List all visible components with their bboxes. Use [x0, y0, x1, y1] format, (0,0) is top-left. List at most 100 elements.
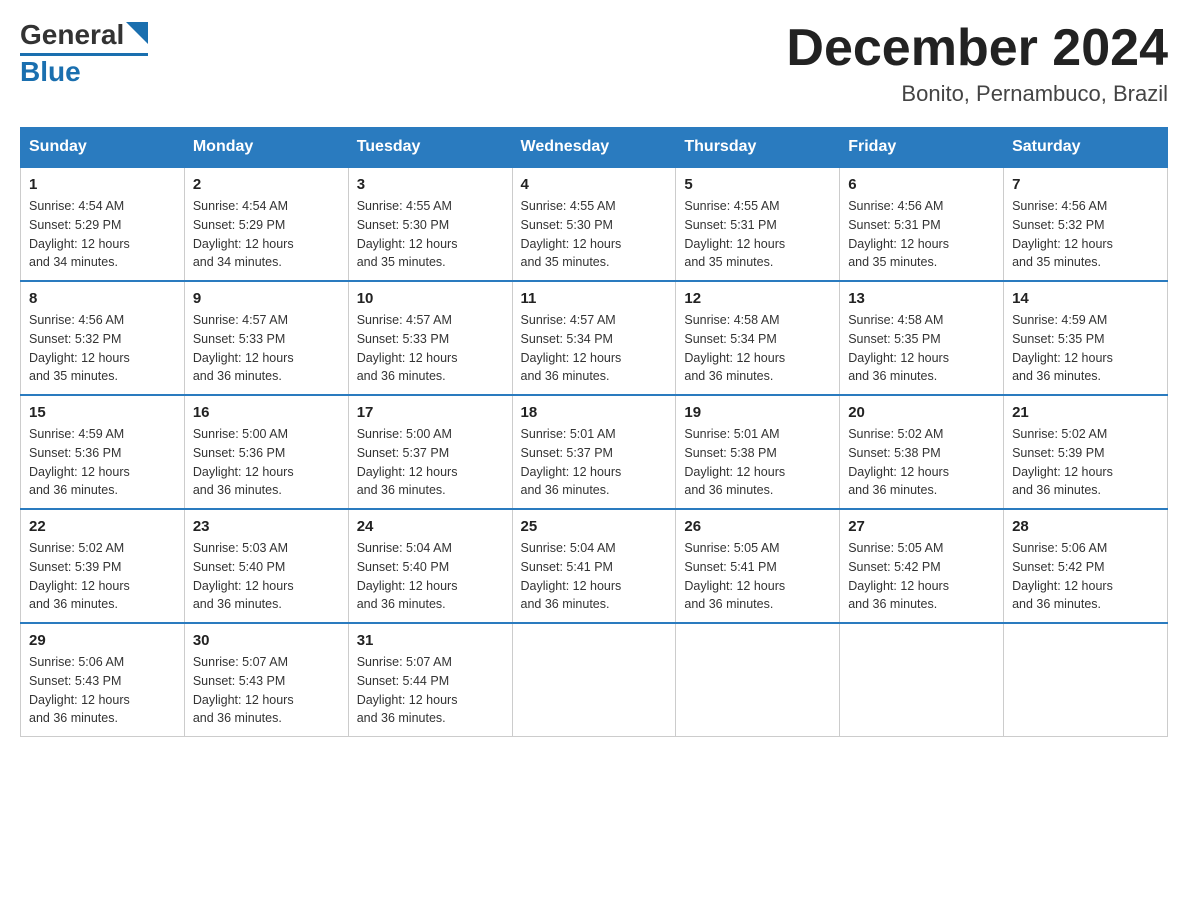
day-number: 5	[684, 176, 831, 193]
calendar-day-cell: 29 Sunrise: 5:06 AMSunset: 5:43 PMDayligh…	[21, 623, 185, 737]
logo: General Blue	[20, 20, 148, 86]
day-info: Sunrise: 4:56 AMSunset: 5:32 PMDaylight:…	[1012, 197, 1159, 272]
day-info: Sunrise: 4:57 AMSunset: 5:33 PMDaylight:…	[357, 311, 504, 386]
day-number: 12	[684, 290, 831, 307]
day-info: Sunrise: 5:04 AMSunset: 5:41 PMDaylight:…	[521, 539, 668, 614]
day-info: Sunrise: 4:59 AMSunset: 5:35 PMDaylight:…	[1012, 311, 1159, 386]
calendar-day-cell: 13Sunrise: 4:58 AMSunset: 5:35 PMDayligh…	[840, 281, 1004, 395]
header-wednesday: Wednesday	[512, 128, 676, 168]
calendar-table: Sunday Monday Tuesday Wednesday Thursday…	[20, 127, 1168, 737]
calendar-day-cell	[840, 623, 1004, 737]
day-info: Sunrise: 4:55 AMSunset: 5:30 PMDaylight:…	[357, 197, 504, 272]
calendar-day-cell	[512, 623, 676, 737]
location-subtitle: Bonito, Pernambuco, Brazil	[786, 81, 1168, 107]
calendar-day-cell	[676, 623, 840, 737]
day-number: 23	[193, 518, 340, 535]
day-info: Sunrise: 5:06 AMSunset: 5:43 PMDaylight:…	[29, 653, 176, 728]
calendar-day-cell: 3 Sunrise: 4:55 AMSunset: 5:30 PMDaylight…	[348, 167, 512, 281]
day-number: 1	[29, 176, 176, 193]
page-header: General Blue December 2024 Bonito, Perna…	[20, 20, 1168, 107]
day-number: 14	[1012, 290, 1159, 307]
day-number: 20	[848, 404, 995, 421]
day-number: 24	[357, 518, 504, 535]
calendar-day-cell: 15 Sunrise: 4:59 AMSunset: 5:36 PMDayligh…	[21, 395, 185, 509]
day-number: 16	[193, 404, 340, 421]
header-thursday: Thursday	[676, 128, 840, 168]
calendar-day-cell: 9Sunrise: 4:57 AMSunset: 5:33 PMDaylight…	[184, 281, 348, 395]
calendar-day-cell: 6 Sunrise: 4:56 AMSunset: 5:31 PMDaylight…	[840, 167, 1004, 281]
day-number: 11	[521, 290, 668, 307]
day-number: 22	[29, 518, 176, 535]
calendar-day-cell	[1004, 623, 1168, 737]
calendar-day-cell: 1 Sunrise: 4:54 AMSunset: 5:29 PMDaylight…	[21, 167, 185, 281]
day-number: 4	[521, 176, 668, 193]
day-info: Sunrise: 4:56 AMSunset: 5:31 PMDaylight:…	[848, 197, 995, 272]
calendar-day-cell: 25 Sunrise: 5:04 AMSunset: 5:41 PMDayligh…	[512, 509, 676, 623]
calendar-week-row: 1 Sunrise: 4:54 AMSunset: 5:29 PMDaylight…	[21, 167, 1168, 281]
day-info: Sunrise: 4:54 AMSunset: 5:29 PMDaylight:…	[29, 197, 176, 272]
calendar-day-cell: 26 Sunrise: 5:05 AMSunset: 5:41 PMDayligh…	[676, 509, 840, 623]
calendar-week-row: 15 Sunrise: 4:59 AMSunset: 5:36 PMDayligh…	[21, 395, 1168, 509]
calendar-header-row: Sunday Monday Tuesday Wednesday Thursday…	[21, 128, 1168, 168]
calendar-day-cell: 4 Sunrise: 4:55 AMSunset: 5:30 PMDaylight…	[512, 167, 676, 281]
day-info: Sunrise: 5:00 AMSunset: 5:36 PMDaylight:…	[193, 425, 340, 500]
calendar-day-cell: 27Sunrise: 5:05 AMSunset: 5:42 PMDayligh…	[840, 509, 1004, 623]
day-info: Sunrise: 5:05 AMSunset: 5:41 PMDaylight:…	[684, 539, 831, 614]
logo-text-general: General	[20, 21, 124, 49]
day-info: Sunrise: 4:56 AMSunset: 5:32 PMDaylight:…	[29, 311, 176, 386]
calendar-day-cell: 30Sunrise: 5:07 AMSunset: 5:43 PMDayligh…	[184, 623, 348, 737]
day-info: Sunrise: 5:04 AMSunset: 5:40 PMDaylight:…	[357, 539, 504, 614]
logo-text-blue: Blue	[20, 56, 81, 87]
calendar-day-cell: 18Sunrise: 5:01 AMSunset: 5:37 PMDayligh…	[512, 395, 676, 509]
day-number: 17	[357, 404, 504, 421]
calendar-day-cell: 10 Sunrise: 4:57 AMSunset: 5:33 PMDayligh…	[348, 281, 512, 395]
day-number: 18	[521, 404, 668, 421]
day-number: 31	[357, 632, 504, 649]
calendar-day-cell: 8Sunrise: 4:56 AMSunset: 5:32 PMDaylight…	[21, 281, 185, 395]
day-number: 3	[357, 176, 504, 193]
day-info: Sunrise: 5:02 AMSunset: 5:39 PMDaylight:…	[29, 539, 176, 614]
day-info: Sunrise: 5:02 AMSunset: 5:38 PMDaylight:…	[848, 425, 995, 500]
month-year-title: December 2024	[786, 20, 1168, 77]
day-info: Sunrise: 5:03 AMSunset: 5:40 PMDaylight:…	[193, 539, 340, 614]
day-number: 6	[848, 176, 995, 193]
day-number: 10	[357, 290, 504, 307]
calendar-day-cell: 12 Sunrise: 4:58 AMSunset: 5:34 PMDayligh…	[676, 281, 840, 395]
calendar-day-cell: 11Sunrise: 4:57 AMSunset: 5:34 PMDayligh…	[512, 281, 676, 395]
day-number: 25	[521, 518, 668, 535]
header-saturday: Saturday	[1004, 128, 1168, 168]
day-info: Sunrise: 5:05 AMSunset: 5:42 PMDaylight:…	[848, 539, 995, 614]
day-info: Sunrise: 5:02 AMSunset: 5:39 PMDaylight:…	[1012, 425, 1159, 500]
calendar-day-cell: 24 Sunrise: 5:04 AMSunset: 5:40 PMDayligh…	[348, 509, 512, 623]
logo-triangle-icon	[126, 22, 148, 44]
day-info: Sunrise: 4:59 AMSunset: 5:36 PMDaylight:…	[29, 425, 176, 500]
day-info: Sunrise: 5:06 AMSunset: 5:42 PMDaylight:…	[1012, 539, 1159, 614]
day-info: Sunrise: 4:55 AMSunset: 5:30 PMDaylight:…	[521, 197, 668, 272]
day-info: Sunrise: 5:07 AMSunset: 5:44 PMDaylight:…	[357, 653, 504, 728]
calendar-day-cell: 2Sunrise: 4:54 AMSunset: 5:29 PMDaylight…	[184, 167, 348, 281]
title-block: December 2024 Bonito, Pernambuco, Brazil	[786, 20, 1168, 107]
calendar-week-row: 8Sunrise: 4:56 AMSunset: 5:32 PMDaylight…	[21, 281, 1168, 395]
header-tuesday: Tuesday	[348, 128, 512, 168]
header-sunday: Sunday	[21, 128, 185, 168]
calendar-day-cell: 16 Sunrise: 5:00 AMSunset: 5:36 PMDayligh…	[184, 395, 348, 509]
calendar-day-cell: 22 Sunrise: 5:02 AMSunset: 5:39 PMDayligh…	[21, 509, 185, 623]
calendar-day-cell: 17Sunrise: 5:00 AMSunset: 5:37 PMDayligh…	[348, 395, 512, 509]
calendar-week-row: 22 Sunrise: 5:02 AMSunset: 5:39 PMDayligh…	[21, 509, 1168, 623]
day-info: Sunrise: 4:54 AMSunset: 5:29 PMDaylight:…	[193, 197, 340, 272]
calendar-day-cell: 7 Sunrise: 4:56 AMSunset: 5:32 PMDaylight…	[1004, 167, 1168, 281]
day-info: Sunrise: 4:58 AMSunset: 5:34 PMDaylight:…	[684, 311, 831, 386]
calendar-day-cell: 21 Sunrise: 5:02 AMSunset: 5:39 PMDayligh…	[1004, 395, 1168, 509]
calendar-day-cell: 28Sunrise: 5:06 AMSunset: 5:42 PMDayligh…	[1004, 509, 1168, 623]
day-number: 26	[684, 518, 831, 535]
day-info: Sunrise: 4:58 AMSunset: 5:35 PMDaylight:…	[848, 311, 995, 386]
day-info: Sunrise: 4:57 AMSunset: 5:33 PMDaylight:…	[193, 311, 340, 386]
calendar-day-cell: 31 Sunrise: 5:07 AMSunset: 5:44 PMDayligh…	[348, 623, 512, 737]
day-number: 7	[1012, 176, 1159, 193]
calendar-day-cell: 19Sunrise: 5:01 AMSunset: 5:38 PMDayligh…	[676, 395, 840, 509]
calendar-week-row: 29 Sunrise: 5:06 AMSunset: 5:43 PMDayligh…	[21, 623, 1168, 737]
day-number: 21	[1012, 404, 1159, 421]
day-number: 15	[29, 404, 176, 421]
day-number: 29	[29, 632, 176, 649]
day-number: 30	[193, 632, 340, 649]
